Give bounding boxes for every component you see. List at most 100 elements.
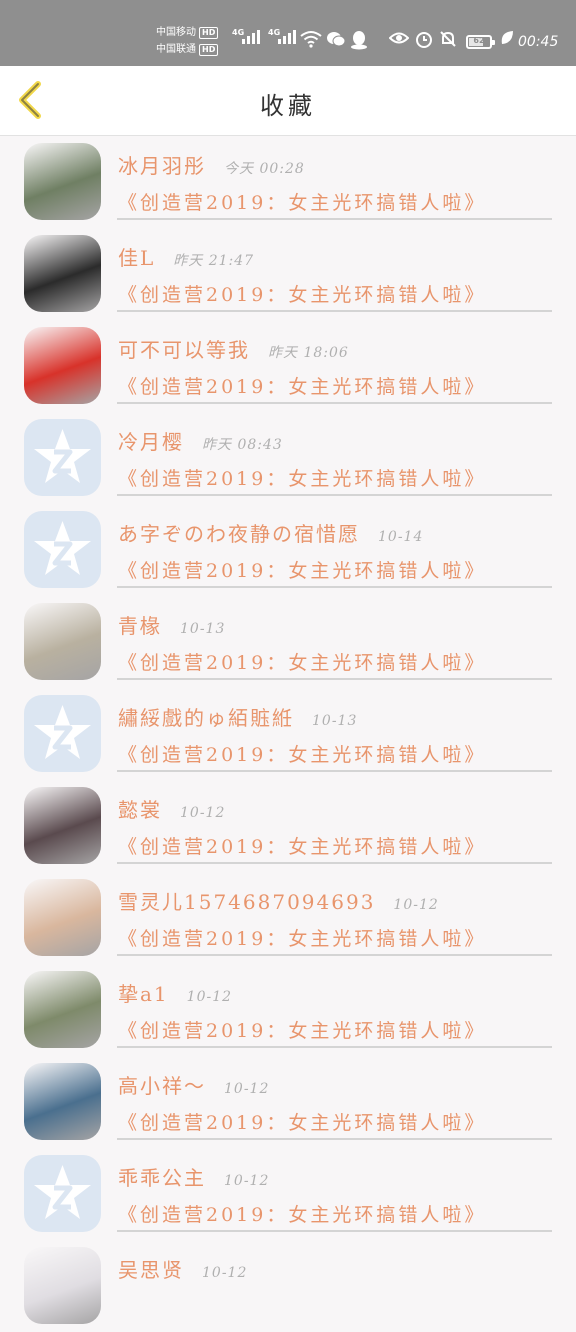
- item-header: 冰月羽彤 今天 00:28: [118, 150, 305, 179]
- user-name[interactable]: 青椽: [118, 614, 162, 638]
- leaf-icon: [500, 30, 514, 51]
- timestamp: 10-12: [202, 1265, 248, 1281]
- timestamp: 10-12: [186, 989, 233, 1005]
- divider: [117, 1138, 552, 1140]
- user-name[interactable]: 懿裳: [118, 798, 162, 822]
- timestamp: 10-13: [312, 713, 358, 729]
- list-item[interactable]: 繡綏戲的ゅ絔賘絍 10-13 《创造营2019：女主光环搞错人啦》: [0, 688, 576, 780]
- list-item[interactable]: 冷月樱 昨天 08:43 《创造营2019：女主光环搞错人啦》: [0, 412, 576, 504]
- list-item[interactable]: あ字ぞのわ夜静の宿惜愿 10-14 《创造营2019：女主光环搞错人啦》: [0, 504, 576, 596]
- item-header: 懿裳 10-12: [118, 794, 225, 823]
- eye-icon: [388, 30, 410, 51]
- header-bar: 收藏: [0, 66, 576, 136]
- timestamp: 10-12: [180, 805, 226, 821]
- item-header: あ字ぞのわ夜静の宿惜愿 10-14: [118, 518, 423, 547]
- timestamp: 10-14: [378, 529, 424, 545]
- default-avatar-icon[interactable]: [24, 511, 101, 588]
- user-name[interactable]: 佳L: [118, 246, 155, 270]
- list-item[interactable]: 可不可以等我 昨天 18:06 《创造营2019：女主光环搞错人啦》: [0, 320, 576, 412]
- list-item[interactable]: 挚a1 10-12 《创造营2019：女主光环搞错人啦》: [0, 964, 576, 1056]
- qq-icon: [350, 30, 368, 55]
- signal-icon: 4G: [268, 28, 296, 44]
- list-item[interactable]: 冰月羽彤 今天 00:28 《创造营2019：女主光环搞错人啦》: [0, 136, 576, 228]
- item-header: 可不可以等我 昨天 18:06: [118, 334, 349, 363]
- default-avatar-icon[interactable]: [24, 695, 101, 772]
- user-name[interactable]: 冷月樱: [118, 430, 184, 454]
- item-header: 高小祥～ 10-12: [118, 1070, 269, 1099]
- book-title-link[interactable]: 《创造营2019：女主光环搞错人啦》: [118, 740, 486, 767]
- divider: [117, 218, 552, 220]
- item-header: 雪灵儿1574687094693 10-12: [118, 886, 439, 915]
- book-title-link[interactable]: 《创造营2019：女主光环搞错人啦》: [118, 832, 486, 859]
- page-title: 收藏: [260, 92, 316, 120]
- divider: [117, 954, 552, 956]
- status-bar: 中国移动 HD 中国联通 HD 4G 4G 62 00:45: [0, 0, 576, 66]
- user-name[interactable]: 挚a1: [118, 982, 169, 1006]
- item-header: 吴思贤 10-12: [118, 1254, 247, 1283]
- divider: [117, 1046, 552, 1048]
- item-header: 挚a1 10-12: [118, 978, 232, 1007]
- timestamp: 昨天 08:43: [202, 437, 283, 453]
- user-name[interactable]: 雪灵儿1574687094693: [118, 890, 375, 914]
- default-avatar-icon[interactable]: [24, 419, 101, 496]
- timestamp: 今天 00:28: [224, 161, 305, 177]
- divider: [117, 1230, 552, 1232]
- item-header: 佳L 昨天 21:47: [118, 242, 254, 271]
- divider: [117, 678, 552, 680]
- favorites-list: 冰月羽彤 今天 00:28 《创造营2019：女主光环搞错人啦》 佳L 昨天 21:47…: [0, 136, 576, 1332]
- book-title-link[interactable]: 《创造营2019：女主光环搞错人啦》: [118, 464, 486, 491]
- list-item[interactable]: 懿裳 10-12 《创造营2019：女主光环搞错人啦》: [0, 780, 576, 872]
- timestamp: 昨天 21:47: [173, 253, 255, 269]
- carrier-info: 中国移动 HD 中国联通 HD: [156, 24, 219, 58]
- wifi-icon: [300, 30, 322, 53]
- avatar[interactable]: [24, 327, 101, 404]
- list-item[interactable]: 乖乖公主 10-12 《创造营2019：女主光环搞错人啦》: [0, 1148, 576, 1240]
- hd-badge: HD: [199, 26, 219, 39]
- avatar[interactable]: [24, 235, 101, 312]
- list-item[interactable]: 佳L 昨天 21:47 《创造营2019：女主光环搞错人啦》: [0, 228, 576, 320]
- wechat-icon: [326, 30, 346, 53]
- avatar[interactable]: [24, 1063, 101, 1140]
- carrier-name-1: 中国移动: [156, 27, 196, 38]
- list-item[interactable]: 青椽 10-13 《创造营2019：女主光环搞错人啦》: [0, 596, 576, 688]
- avatar[interactable]: [24, 143, 101, 220]
- divider: [117, 770, 552, 772]
- avatar[interactable]: [24, 1247, 101, 1324]
- avatar[interactable]: [24, 787, 101, 864]
- list-item[interactable]: 高小祥～ 10-12 《创造营2019：女主光环搞错人啦》: [0, 1056, 576, 1148]
- item-header: 冷月樱 昨天 08:43: [118, 426, 283, 455]
- book-title-link[interactable]: 《创造营2019：女主光环搞错人啦》: [118, 372, 486, 399]
- battery-level: 62: [473, 36, 485, 45]
- avatar[interactable]: [24, 971, 101, 1048]
- alarm-icon: [415, 30, 433, 53]
- list-item[interactable]: 雪灵儿1574687094693 10-12 《创造营2019：女主光环搞错人啦》: [0, 872, 576, 964]
- user-name[interactable]: 可不可以等我: [118, 338, 250, 362]
- user-name[interactable]: 冰月羽彤: [118, 154, 206, 178]
- timestamp: 昨天 18:06: [268, 345, 349, 361]
- item-header: 乖乖公主 10-12: [118, 1162, 269, 1191]
- book-title-link[interactable]: 《创造营2019：女主光环搞错人啦》: [118, 280, 486, 307]
- avatar[interactable]: [24, 603, 101, 680]
- book-title-link[interactable]: 《创造营2019：女主光环搞错人啦》: [118, 648, 486, 675]
- book-title-link[interactable]: 《创造营2019：女主光环搞错人啦》: [118, 1016, 486, 1043]
- divider: [117, 862, 552, 864]
- signal-icon: 4G: [232, 28, 260, 44]
- user-name[interactable]: 乖乖公主: [118, 1166, 206, 1190]
- user-name[interactable]: 繡綏戲的ゅ絔賘絍: [118, 706, 294, 730]
- book-title-link[interactable]: 《创造营2019：女主光环搞错人啦》: [118, 556, 486, 583]
- user-name[interactable]: 吴思贤: [118, 1258, 184, 1282]
- book-title-link[interactable]: 《创造营2019：女主光环搞错人啦》: [118, 188, 486, 215]
- user-name[interactable]: あ字ぞのわ夜静の宿惜愿: [118, 522, 360, 546]
- divider: [117, 586, 552, 588]
- book-title-link[interactable]: 《创造营2019：女主光环搞错人啦》: [118, 1200, 486, 1227]
- book-title-link[interactable]: 《创造营2019：女主光环搞错人啦》: [118, 1108, 486, 1135]
- battery-icon: 62: [466, 35, 495, 49]
- list-item[interactable]: 吴思贤 10-12: [0, 1240, 576, 1332]
- network-type-label: 4G: [232, 28, 245, 37]
- avatar[interactable]: [24, 879, 101, 956]
- user-name[interactable]: 高小祥～: [118, 1074, 206, 1098]
- carrier-name-2: 中国联通: [156, 44, 196, 55]
- default-avatar-icon[interactable]: [24, 1155, 101, 1232]
- book-title-link[interactable]: 《创造营2019：女主光环搞错人啦》: [118, 924, 486, 951]
- divider: [117, 402, 552, 404]
